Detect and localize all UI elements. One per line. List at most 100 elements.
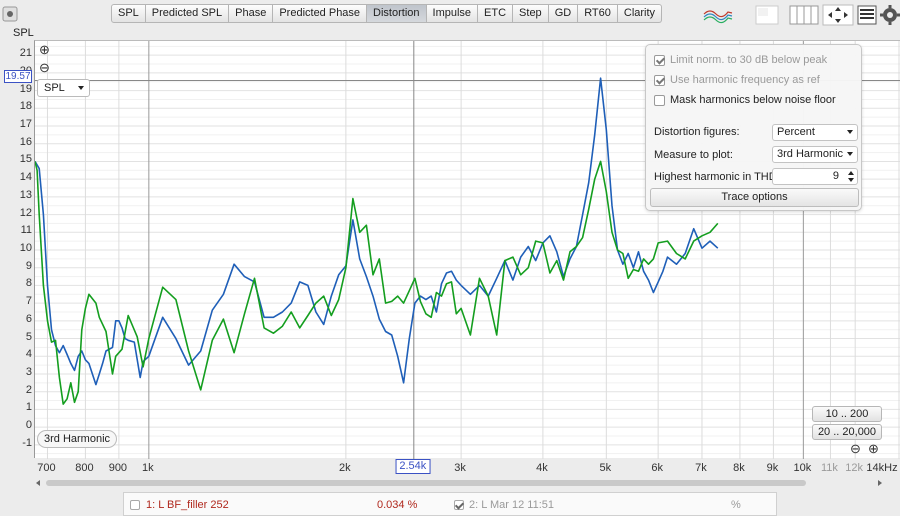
zoom-out-x-icon[interactable]: ⊖ bbox=[850, 442, 861, 455]
horizontal-scrollbar[interactable] bbox=[34, 478, 884, 488]
measurement-1-value: 0.034 % bbox=[377, 499, 418, 511]
measure-label: Measure to plot: bbox=[654, 149, 733, 161]
x-tick-label: 6k bbox=[651, 462, 663, 474]
tab-gd[interactable]: GD bbox=[548, 4, 579, 23]
trace-options-button[interactable]: Trace options bbox=[650, 188, 859, 207]
zoom-out-icon[interactable]: ⊖ bbox=[39, 61, 50, 74]
y-tick-label: 19 bbox=[19, 82, 32, 95]
tab-predicted-spl[interactable]: Predicted SPL bbox=[145, 4, 230, 23]
toggle-icon[interactable] bbox=[0, 4, 20, 24]
graph-tabs: SPL Predicted SPL Phase Predicted Phase Dist… bbox=[111, 4, 663, 23]
limit-norm-label: Limit norm. to 30 dB below peak bbox=[670, 54, 828, 66]
plot-select[interactable]: SPL bbox=[37, 79, 90, 97]
highest-harmonic-value: 9 bbox=[832, 170, 839, 182]
y-tick-label: 7 bbox=[25, 295, 32, 308]
y-tick-label: 5 bbox=[25, 330, 32, 343]
move-arrows-icon[interactable] bbox=[822, 4, 854, 26]
x-tick-label: 5k bbox=[599, 462, 612, 474]
checkbox[interactable] bbox=[654, 74, 665, 86]
columns-icon[interactable] bbox=[788, 4, 820, 26]
x-tick-label: 12k bbox=[845, 462, 864, 474]
cursor-x-readout: 2.54k bbox=[395, 459, 431, 474]
y-tick-label: 17 bbox=[19, 118, 32, 131]
single-pane-icon[interactable] bbox=[752, 4, 782, 26]
gear-icon[interactable] bbox=[880, 4, 900, 26]
zoom-in-icon[interactable]: ⊕ bbox=[39, 43, 50, 56]
y-tick-label: 16 bbox=[19, 135, 32, 148]
tab-etc[interactable]: ETC bbox=[478, 4, 514, 23]
y-tick-label: 15 bbox=[19, 153, 32, 166]
plot-select-value: SPL bbox=[44, 82, 65, 94]
y-tick-label: 4 bbox=[25, 348, 32, 361]
x-tick-label: 10k bbox=[793, 462, 812, 474]
tab-impulse[interactable]: Impulse bbox=[426, 4, 479, 23]
toolbar: SPL Predicted SPL Phase Predicted Phase Dist… bbox=[0, 0, 900, 28]
y-tick-label: -1 bbox=[22, 436, 32, 449]
tab-step[interactable]: Step bbox=[513, 4, 549, 23]
measurement-2-name: 2: L Mar 12 11:51 bbox=[469, 499, 554, 511]
y-tick-label: 2 bbox=[25, 383, 32, 396]
use-harmonic-label: Use harmonic frequency as ref bbox=[670, 74, 820, 86]
x-tick-label: 8k bbox=[733, 462, 745, 474]
distortion-figures-select[interactable]: Percent bbox=[772, 124, 858, 141]
scroll-thumb bbox=[46, 480, 806, 486]
use-harmonic-checkbox[interactable]: Use harmonic frequency as ref bbox=[654, 73, 820, 87]
scroll-right-icon bbox=[878, 480, 882, 486]
y-tick-label: 10 bbox=[19, 242, 32, 254]
tab-spl[interactable]: SPL bbox=[111, 4, 146, 23]
chevron-down-icon bbox=[847, 130, 853, 134]
limit-norm-checkbox[interactable]: Limit norm. to 30 dB below peak bbox=[654, 53, 827, 67]
y-axis-unit: SPL bbox=[13, 27, 34, 39]
range-10-200-button[interactable]: 10 .. 200 bbox=[812, 406, 882, 422]
tab-distortion[interactable]: Distortion bbox=[367, 4, 427, 23]
y-tick-label: 9 bbox=[25, 259, 32, 272]
measurement-legend: 1: L BF_filler 252 0.034 % 2: L Mar 12 1… bbox=[123, 492, 777, 516]
x-tick-label: 11k bbox=[820, 462, 838, 474]
y-tick-label: 0 bbox=[25, 419, 32, 432]
x-tick-label: 9k bbox=[766, 462, 779, 474]
zoom-in-x-icon[interactable]: ⊕ bbox=[868, 442, 879, 455]
distortion-figures-value: Percent bbox=[777, 126, 815, 138]
distortion-options-panel: Limit norm. to 30 dB below peak Use harm… bbox=[645, 44, 862, 211]
tab-predicted-phase[interactable]: Predicted Phase bbox=[273, 4, 368, 23]
checkbox[interactable] bbox=[654, 54, 665, 66]
tab-phase[interactable]: Phase bbox=[229, 4, 274, 23]
y-tick-label: 3 bbox=[25, 365, 32, 378]
scroll-left-icon bbox=[36, 480, 40, 486]
x-tick-label: 1k bbox=[142, 462, 154, 474]
stepper-down-icon[interactable] bbox=[848, 178, 854, 182]
mask-harmonics-checkbox[interactable]: Mask harmonics below noise floor bbox=[654, 93, 836, 107]
waveform-icon[interactable] bbox=[702, 4, 734, 26]
stepper-up-icon[interactable] bbox=[848, 171, 854, 175]
y-tick-label: 8 bbox=[25, 277, 32, 290]
y-tick-label: 14 bbox=[19, 171, 32, 184]
measure-select[interactable]: 3rd Harmonic bbox=[772, 146, 858, 163]
x-tick-label: 900 bbox=[108, 462, 128, 474]
x-tick-label: 7k bbox=[695, 462, 707, 474]
list-panel-icon[interactable] bbox=[857, 4, 877, 26]
highest-harmonic-label: Highest harmonic in THD: bbox=[654, 171, 780, 183]
checkbox[interactable] bbox=[654, 94, 665, 106]
distortion-figures-label: Distortion figures: bbox=[654, 126, 740, 138]
measurement-2-value: % bbox=[731, 499, 741, 511]
y-tick-label: 13 bbox=[19, 188, 32, 201]
chevron-down-icon bbox=[847, 152, 853, 156]
x-tick-label: 800 bbox=[75, 462, 94, 474]
x-tick-label: 14kHz bbox=[866, 462, 898, 474]
mask-harmonics-label: Mask harmonics below noise floor bbox=[670, 94, 836, 106]
x-tick-label: 3k bbox=[454, 462, 466, 474]
x-tick-label: 4k bbox=[536, 462, 548, 474]
tab-rt60[interactable]: RT60 bbox=[578, 4, 618, 23]
x-tick-label: 700 bbox=[37, 462, 56, 474]
range-20-20000-button[interactable]: 20 .. 20,000 bbox=[812, 424, 882, 440]
y-tick-label: 12 bbox=[19, 206, 32, 219]
measure-value: 3rd Harmonic bbox=[777, 148, 844, 160]
highest-harmonic-stepper[interactable]: 9 bbox=[772, 168, 858, 185]
measurement-2-checkbox[interactable] bbox=[454, 500, 464, 510]
measurement-1-checkbox[interactable] bbox=[130, 500, 140, 510]
tab-clarity[interactable]: Clarity bbox=[617, 4, 663, 23]
measurement-1-name: 1: L BF_filler 252 bbox=[146, 499, 229, 511]
y-tick-label: 1 bbox=[25, 401, 32, 414]
y-tick-label: 18 bbox=[19, 100, 32, 113]
chevron-down-icon bbox=[78, 86, 84, 90]
